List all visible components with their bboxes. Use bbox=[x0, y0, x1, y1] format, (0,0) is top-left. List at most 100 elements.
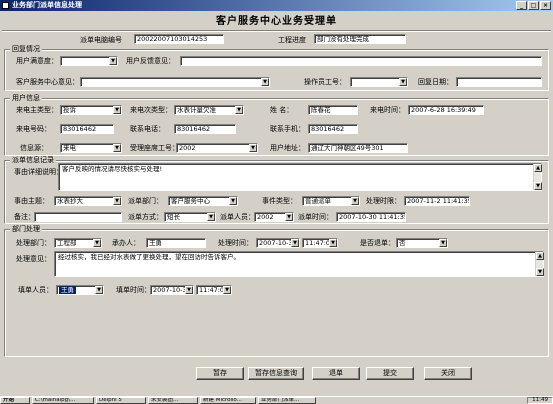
start-button[interactable]: 开始 bbox=[0, 397, 30, 404]
contact-phone-field[interactable]: 83016462 bbox=[174, 124, 236, 134]
taskbar-item[interactable]: 业务部门派单... bbox=[258, 397, 316, 404]
etype-select[interactable]: 普通派单 ▼ bbox=[302, 196, 360, 206]
scrollbar[interactable]: ▲ ▼ bbox=[535, 252, 544, 276]
scroll-down-icon[interactable]: ▼ bbox=[534, 182, 542, 190]
proc-clock-select[interactable]: 11:47:07 ▼ bbox=[302, 238, 338, 248]
chevron-down-icon[interactable]: ▼ bbox=[399, 78, 407, 86]
satisfaction-select[interactable]: ▼ bbox=[60, 56, 118, 66]
chevron-down-icon[interactable]: ▼ bbox=[113, 106, 121, 114]
source-label: 信息源： bbox=[20, 144, 48, 152]
contact-phone-label: 联系电话： bbox=[130, 125, 165, 133]
operator-select[interactable]: ▼ bbox=[350, 77, 408, 87]
taskbar-clock: 11:49 bbox=[527, 397, 553, 404]
desc-label: 事由详细说明： bbox=[14, 168, 63, 176]
handler-field[interactable]: 王勇 bbox=[146, 238, 206, 248]
proc-dept-select[interactable]: 工程部 ▼ bbox=[54, 238, 102, 248]
subject-select[interactable]: 水表抄大 ▼ bbox=[54, 196, 122, 206]
name-field[interactable]: 陈春花 bbox=[308, 105, 358, 115]
taskbar-item[interactable]: C:\mainalpg\... bbox=[32, 397, 94, 404]
chevron-down-icon[interactable]: ▼ bbox=[249, 144, 257, 152]
etype-label: 事件类型： bbox=[262, 197, 297, 205]
name-label: 姓 名： bbox=[270, 106, 294, 114]
satisfaction-label: 用户满意度： bbox=[16, 57, 58, 65]
chevron-down-icon[interactable]: ▼ bbox=[229, 197, 237, 205]
feedback-field[interactable] bbox=[180, 56, 542, 66]
minimize-button[interactable]: _ bbox=[516, 1, 527, 10]
center-opinion-select[interactable]: ▼ bbox=[80, 77, 270, 87]
progress-field[interactable]: 部门没有处理完成 bbox=[314, 34, 406, 44]
close-button[interactable]: 关闭 bbox=[424, 367, 472, 380]
method-label: 派单方式： bbox=[128, 213, 163, 221]
filler-label: 填单人员： bbox=[18, 286, 53, 294]
progress-label: 工程进度 bbox=[278, 36, 306, 44]
maximize-button[interactable]: □ bbox=[528, 1, 539, 10]
taskbar: 开始 C:\mainalpg\... Delphi 5 未安装图... 新建 M… bbox=[0, 396, 553, 404]
chevron-down-icon[interactable]: ▼ bbox=[235, 106, 243, 114]
taskbar-item[interactable]: 未安装图... bbox=[148, 397, 198, 404]
chevron-down-icon[interactable]: ▼ bbox=[113, 197, 121, 205]
call-main-type-select[interactable]: 投诉 ▼ bbox=[60, 105, 122, 115]
center-opinion-label: 客户服务中心意见： bbox=[16, 78, 79, 86]
event-group-title: 派单信息记录 bbox=[10, 156, 56, 165]
call-time-label: 来电时间： bbox=[370, 106, 405, 114]
chevron-down-icon[interactable]: ▼ bbox=[261, 78, 269, 86]
taskbar-item[interactable]: 新建 Microso... bbox=[200, 397, 256, 404]
window-title: 业务部门派单信息处理 bbox=[12, 1, 82, 9]
visit-group-title: 回复情况 bbox=[10, 45, 42, 54]
chevron-down-icon[interactable]: ▼ bbox=[95, 286, 103, 294]
phone-field[interactable]: 83016462 bbox=[60, 124, 114, 134]
fill-clock-select[interactable]: 11:47:07 ▼ bbox=[196, 285, 232, 295]
receiver-select[interactable]: 2002 ▼ bbox=[176, 143, 258, 153]
desc-memo[interactable]: 客户反映的情况请尽快核实与处理! ▲ ▼ bbox=[58, 163, 542, 191]
deadline-label: 处理时限： bbox=[366, 197, 401, 205]
reply-date-field[interactable] bbox=[456, 77, 542, 87]
scrollbar[interactable]: ▲ ▼ bbox=[533, 164, 542, 190]
call-time-field[interactable]: 2007-6-28 16:39:49 bbox=[408, 105, 484, 115]
chevron-down-icon[interactable]: ▼ bbox=[223, 286, 231, 294]
close-window-button[interactable]: × bbox=[540, 1, 551, 10]
chevron-down-icon[interactable]: ▼ bbox=[109, 57, 117, 65]
chevron-down-icon[interactable]: ▼ bbox=[93, 239, 101, 247]
call-main-type-label: 来电主类型： bbox=[16, 106, 58, 114]
chevron-down-icon[interactable]: ▼ bbox=[285, 213, 293, 221]
call-sub-type-select[interactable]: 水表计量欠准 ▼ bbox=[174, 105, 244, 115]
order-no-field[interactable]: 20022007103014253 bbox=[134, 34, 224, 44]
note-label: 备注： bbox=[14, 213, 35, 221]
scroll-down-icon[interactable]: ▼ bbox=[536, 268, 544, 276]
deadline-field[interactable]: 2007-11-2 11:41:35 bbox=[404, 196, 470, 206]
mobile-field[interactable]: 83016462 bbox=[308, 124, 358, 134]
chevron-down-icon[interactable]: ▼ bbox=[185, 286, 193, 294]
save-button[interactable]: 暂存 bbox=[196, 367, 244, 380]
method-select[interactable]: 短长 ▼ bbox=[164, 212, 216, 222]
chevron-down-icon[interactable]: ▼ bbox=[113, 144, 121, 152]
address-field[interactable]: 通辽大门神朝区49号301 bbox=[308, 143, 408, 153]
order-no-label: 派单电脑编号 bbox=[80, 36, 122, 44]
subject-label: 事由主题： bbox=[14, 197, 49, 205]
taskbar-item[interactable]: Delphi 5 bbox=[96, 397, 146, 404]
chevron-down-icon[interactable]: ▼ bbox=[291, 239, 299, 247]
chevron-down-icon[interactable]: ▼ bbox=[351, 197, 359, 205]
returned-select[interactable]: 否 ▼ bbox=[396, 238, 448, 248]
mobile-label: 联系手机： bbox=[270, 125, 305, 133]
dispatcher-select[interactable]: 2002 ▼ bbox=[254, 212, 294, 222]
opinion-memo[interactable]: 经过核实，我已经对水表做了更换处理，望在回访时告诉客户。 ▲ ▼ bbox=[54, 251, 544, 277]
source-select[interactable]: 来电 ▼ bbox=[60, 143, 122, 153]
dept-label: 派单部门： bbox=[128, 197, 163, 205]
return-order-button[interactable]: 退单 bbox=[312, 367, 360, 380]
filler-select[interactable]: 王勇 ▼ bbox=[56, 285, 104, 295]
chevron-down-icon[interactable]: ▼ bbox=[439, 239, 447, 247]
dispatch-time-label: 派单时间： bbox=[298, 213, 333, 221]
chevron-down-icon[interactable]: ▼ bbox=[207, 213, 215, 221]
operator-label: 操作员工号： bbox=[304, 78, 346, 86]
submit-button[interactable]: 提交 bbox=[366, 367, 414, 380]
scroll-up-icon[interactable]: ▲ bbox=[536, 252, 544, 260]
dept-select[interactable]: 客户服务中心 ▼ bbox=[168, 196, 238, 206]
draft-query-button[interactable]: 暂存信息查询 bbox=[248, 367, 304, 380]
proc-date-select[interactable]: 2007-10-30 ▼ bbox=[256, 238, 300, 248]
note-field[interactable] bbox=[34, 212, 122, 222]
scroll-up-icon[interactable]: ▲ bbox=[534, 164, 542, 172]
dispatch-time-field[interactable]: 2007-10-30 11:41:35 bbox=[336, 212, 406, 222]
fill-date-select[interactable]: 2007-10-30 ▼ bbox=[150, 285, 194, 295]
chevron-down-icon[interactable]: ▼ bbox=[329, 239, 337, 247]
page-title: 客户服务中心业务受理单 bbox=[216, 16, 337, 27]
